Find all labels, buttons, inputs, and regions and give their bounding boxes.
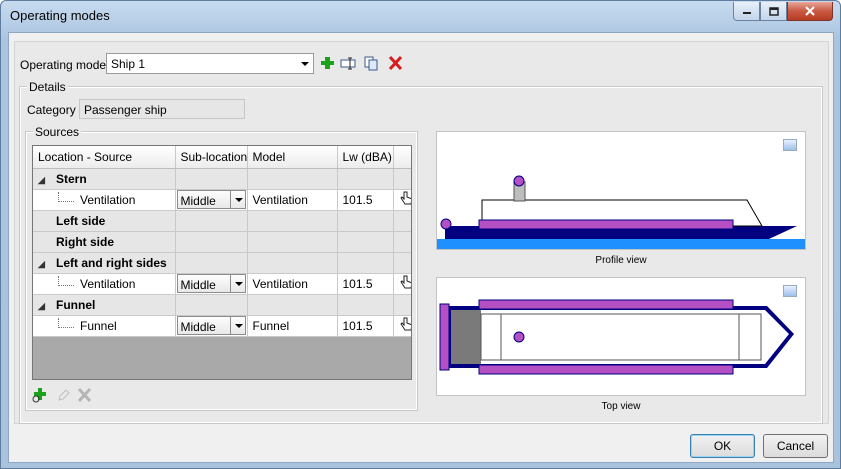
hand-pointer-icon[interactable] — [399, 274, 413, 290]
delete-icon[interactable] — [387, 55, 404, 71]
chevron-down-icon — [229, 191, 245, 208]
copy-icon[interactable] — [363, 55, 380, 71]
sources-caption: Sources — [33, 125, 82, 139]
group-label: Left side — [56, 213, 106, 228]
column-header-model[interactable]: Model — [247, 146, 338, 169]
table-row[interactable]: ◢ Left and right sides — [33, 252, 411, 274]
chevron-down-icon — [229, 275, 245, 292]
column-header-sub-location[interactable]: Sub-location — [175, 146, 248, 169]
profile-view-caption: Profile view — [595, 255, 647, 266]
title-bar[interactable]: Operating modes — [1, 1, 840, 31]
maximize-button[interactable] — [760, 2, 787, 21]
cancel-button[interactable]: Cancel — [763, 434, 828, 458]
sub-location-dropdown[interactable]: Middle — [176, 274, 246, 293]
top-view-drawing — [439, 299, 794, 375]
tree-connector — [58, 318, 74, 328]
category-label: Category — [27, 103, 76, 117]
table-row[interactable]: Ventilation Middle Ventilation 101.5 — [33, 273, 413, 295]
category-value: Passenger ship — [84, 103, 167, 117]
tree-connector — [58, 276, 74, 286]
grid-header-row: Location - Source Sub-location Model Lw … — [33, 146, 411, 169]
group-label: Funnel — [56, 297, 96, 312]
lw-cell: 101.5 — [337, 273, 394, 295]
tree-connector — [58, 192, 74, 202]
source-label: Ventilation — [80, 277, 136, 291]
chevron-down-icon — [229, 317, 245, 334]
hand-pointer-icon[interactable] — [399, 190, 413, 206]
window-title: Operating modes — [10, 8, 110, 23]
model-cell: Ventilation — [247, 273, 338, 295]
table-row[interactable]: Ventilation Middle Ventilation 101.5 — [33, 189, 413, 211]
category-field: Passenger ship — [79, 99, 245, 119]
group-label: Left and right sides — [56, 255, 167, 270]
source-label: Funnel — [80, 319, 117, 333]
edit-source-icon — [58, 389, 70, 401]
close-button[interactable] — [787, 2, 833, 21]
sub-location-value: Middle — [180, 194, 216, 208]
expand-triangle-icon[interactable]: ◢ — [38, 259, 46, 270]
add-source-icon[interactable] — [31, 387, 48, 403]
column-header-action — [393, 146, 411, 169]
table-row[interactable]: ◢ Funnel — [33, 294, 411, 316]
column-header-lw[interactable]: Lw (dBA) — [337, 146, 394, 169]
sub-location-dropdown[interactable]: Middle — [176, 190, 246, 209]
ok-button[interactable]: OK — [690, 434, 755, 458]
operating-mode-label: Operating mode — [20, 58, 107, 72]
details-caption: Details — [27, 80, 68, 94]
minimize-icon — [742, 12, 751, 14]
model-cell: Ventilation — [247, 189, 338, 211]
model-cell: Funnel — [247, 315, 338, 337]
minimize-button[interactable] — [733, 2, 760, 21]
source-label: Ventilation — [80, 193, 136, 207]
delete-source-icon — [77, 387, 92, 403]
group-label: Stern — [56, 171, 87, 186]
group-label: Right side — [56, 234, 115, 249]
table-row[interactable]: ◢ Stern — [33, 168, 411, 190]
sub-location-dropdown[interactable]: Middle — [176, 316, 246, 335]
maximize-icon — [768, 6, 779, 16]
top-view[interactable] — [436, 277, 806, 396]
sources-grid: Location - Source Sub-location Model Lw … — [32, 145, 412, 380]
profile-view[interactable] — [436, 131, 806, 250]
image-icon[interactable] — [783, 139, 797, 151]
close-icon — [805, 6, 815, 16]
expand-triangle-icon[interactable]: ◢ — [38, 175, 46, 186]
operating-mode-select[interactable]: Ship 1 — [106, 53, 314, 74]
lw-cell: 101.5 — [337, 315, 394, 337]
hand-pointer-icon[interactable] — [399, 316, 413, 332]
operating-modes-window: Operating modes Operating mode Ship 1 De… — [0, 0, 841, 469]
column-header-location[interactable]: Location - Source — [33, 146, 176, 169]
operating-mode-value: Ship 1 — [111, 57, 146, 71]
table-row[interactable]: Funnel Middle Funnel 101.5 — [33, 315, 413, 337]
image-icon[interactable] — [783, 285, 797, 297]
chevron-down-icon — [301, 62, 309, 66]
sub-location-value: Middle — [180, 320, 216, 334]
top-view-caption: Top view — [601, 401, 641, 412]
rename-icon[interactable] — [340, 55, 357, 71]
profile-view-drawing — [437, 175, 805, 249]
table-row[interactable]: Right side — [33, 231, 411, 253]
table-row[interactable]: Left side — [33, 210, 411, 232]
expand-triangle-icon[interactable]: ◢ — [38, 301, 46, 312]
lw-cell: 101.5 — [337, 189, 394, 211]
add-icon[interactable] — [319, 55, 336, 71]
sub-location-value: Middle — [180, 278, 216, 292]
